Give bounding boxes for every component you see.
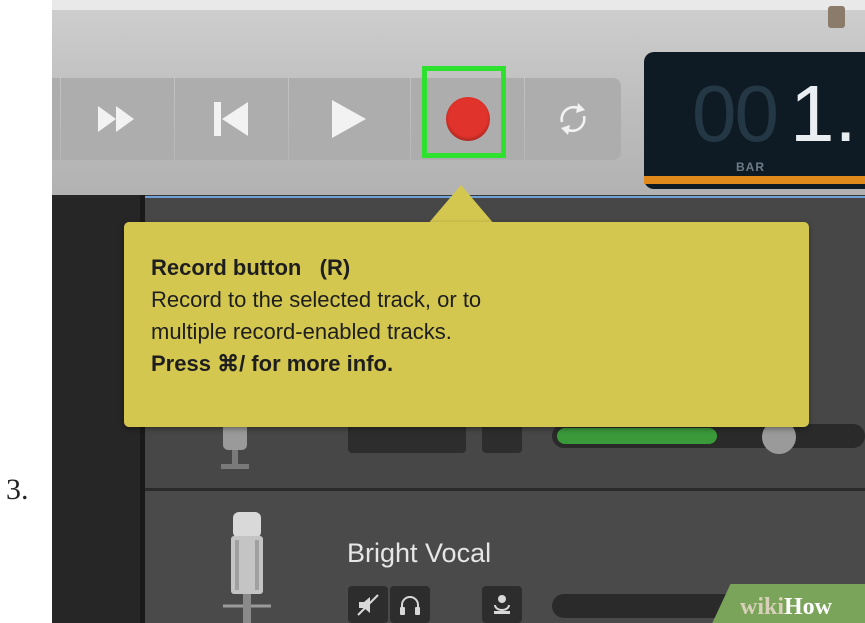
- lcd-bar-label: BAR: [736, 160, 765, 174]
- play-icon: [331, 100, 366, 138]
- library-icon[interactable]: [828, 6, 845, 28]
- tooltip-help-prefix: Press: [151, 351, 218, 376]
- record-enable-icon: [494, 594, 510, 614]
- cycle-button[interactable]: [525, 78, 621, 160]
- mute-button[interactable]: [348, 586, 388, 623]
- go-to-beginning-icon: [213, 102, 248, 136]
- tooltip-help-line: Press ⌘/ for more info.: [151, 348, 481, 380]
- lcd-dim-digits: 00: [692, 69, 779, 158]
- watermark-part1: wiki: [740, 594, 785, 620]
- track1-volume-fill: [557, 428, 717, 444]
- track-name[interactable]: Bright Vocal: [347, 538, 491, 569]
- step-number: 3.: [6, 473, 29, 506]
- track1-record-enable[interactable]: [482, 423, 522, 453]
- solo-button[interactable]: [390, 586, 430, 623]
- tooltip-line-1: Record to the selected track, or to: [151, 287, 482, 312]
- headphones-icon: [400, 595, 420, 615]
- garageband-screenshot: 00 1. BAR Bright Vocal Record button (R)…: [52, 0, 865, 623]
- tooltip-line-2: multiple record-enabled tracks.: [151, 319, 452, 344]
- track1-mute-solo[interactable]: [348, 423, 466, 453]
- title-strip: [52, 0, 865, 10]
- tooltip-body: Record button (R) Record to the selected…: [151, 252, 481, 380]
- go-to-beginning-button[interactable]: [175, 78, 288, 160]
- condenser-mic-icon: [223, 512, 271, 623]
- tooltip-title-line: Record button (R): [151, 252, 481, 284]
- watermark-part2: How: [784, 594, 833, 620]
- tooltip-title: Record button: [151, 255, 302, 280]
- record-enable-button[interactable]: [482, 586, 522, 623]
- lcd-display[interactable]: 00 1. BAR: [644, 52, 865, 189]
- tooltip-help-key: ⌘/: [217, 351, 246, 376]
- fast-forward-button[interactable]: [61, 78, 174, 160]
- play-button[interactable]: [289, 78, 410, 160]
- tooltip-pointer: [427, 185, 495, 225]
- fast-forward-icon: [97, 106, 134, 132]
- tooltip-help-suffix: for more info.: [245, 351, 394, 376]
- rewind-button[interactable]: [52, 78, 60, 160]
- record-button-highlight: [422, 66, 506, 158]
- tooltip-shortcut: (R): [319, 255, 351, 280]
- lcd-accent-bar: [644, 176, 865, 184]
- microphone-icon: [221, 422, 249, 469]
- mute-icon: [357, 593, 379, 616]
- record-button-tooltip: Record button (R) Record to the selected…: [124, 222, 809, 427]
- watermark-logo: wikiHow: [740, 594, 832, 621]
- cycle-icon: [560, 103, 586, 135]
- lcd-bar-number: 1.: [790, 69, 857, 158]
